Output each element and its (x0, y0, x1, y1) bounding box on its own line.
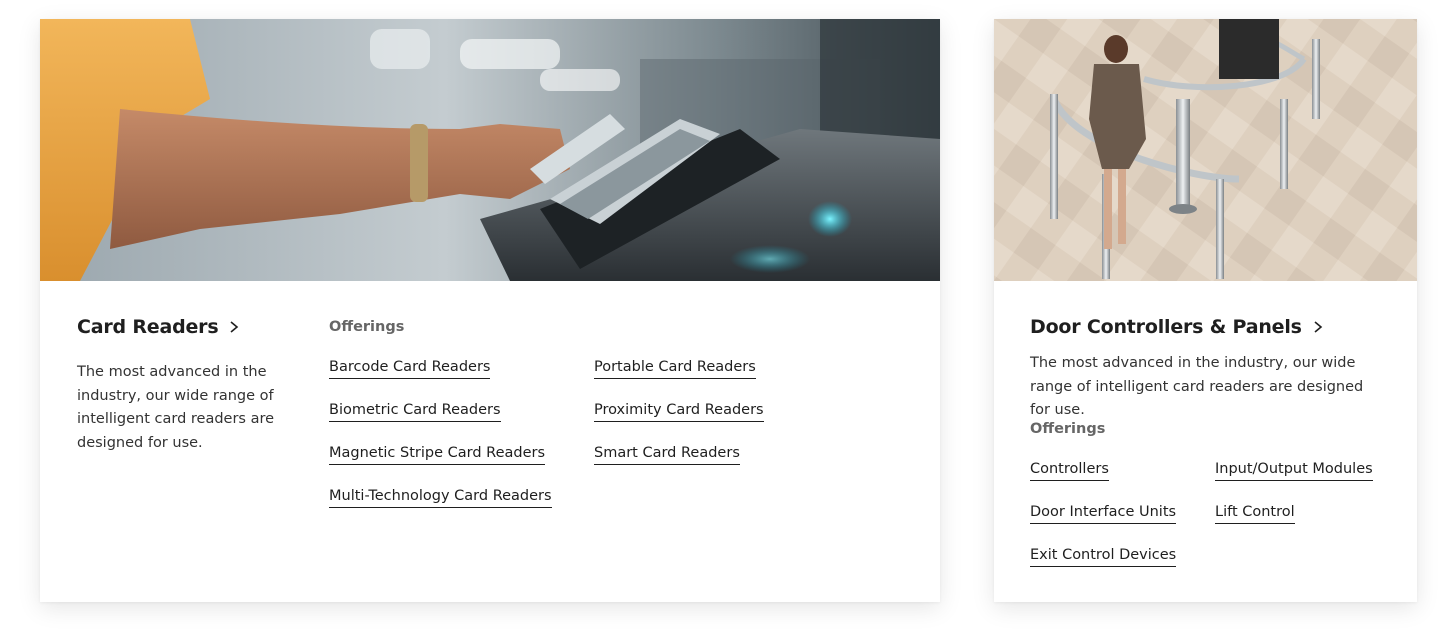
door-controllers-offerings-label: Offerings (1030, 421, 1106, 437)
offering-exit-control-devices[interactable]: Exit Control Devices (1030, 546, 1177, 567)
offering-controllers[interactable]: Controllers (1030, 460, 1109, 481)
offering-biometric-card-readers[interactable]: Biometric Card Readers (329, 401, 501, 422)
card-readers-card: Card Readers The most advanced in the in… (40, 19, 940, 602)
offering-proximity-card-readers[interactable]: Proximity Card Readers (594, 401, 764, 422)
door-controllers-title-link[interactable]: Door Controllers & Panels (1030, 316, 1324, 338)
door-controllers-hero-image (994, 19, 1417, 281)
chevron-right-icon (230, 321, 239, 333)
card-readers-description: The most advanced in the industry, our w… (77, 364, 275, 451)
card-readers-hero-image (40, 19, 940, 281)
offering-door-interface-units[interactable]: Door Interface Units (1030, 503, 1177, 524)
door-controllers-card: Door Controllers & Panels The most advan… (994, 19, 1417, 602)
card-readers-title-link[interactable]: Card Readers (77, 316, 240, 338)
offering-smart-card-readers[interactable]: Smart Card Readers (594, 444, 740, 465)
door-controllers-description: The most advanced in the industry, our w… (1030, 355, 1364, 418)
chevron-right-icon (1314, 321, 1323, 333)
offering-barcode-card-readers[interactable]: Barcode Card Readers (329, 358, 491, 379)
offering-magnetic-stripe-card-readers[interactable]: Magnetic Stripe Card Readers (329, 444, 546, 465)
offering-multi-technology-card-readers[interactable]: Multi-Technology Card Readers (329, 487, 552, 508)
card-readers-title: Card Readers (77, 316, 219, 338)
offering-input-output-modules[interactable]: Input/Output Modules (1215, 460, 1373, 481)
offering-portable-card-readers[interactable]: Portable Card Readers (594, 358, 756, 379)
offering-lift-control[interactable]: Lift Control (1215, 503, 1295, 524)
door-controllers-title: Door Controllers & Panels (1030, 316, 1302, 338)
card-readers-offerings-label: Offerings (329, 319, 405, 335)
